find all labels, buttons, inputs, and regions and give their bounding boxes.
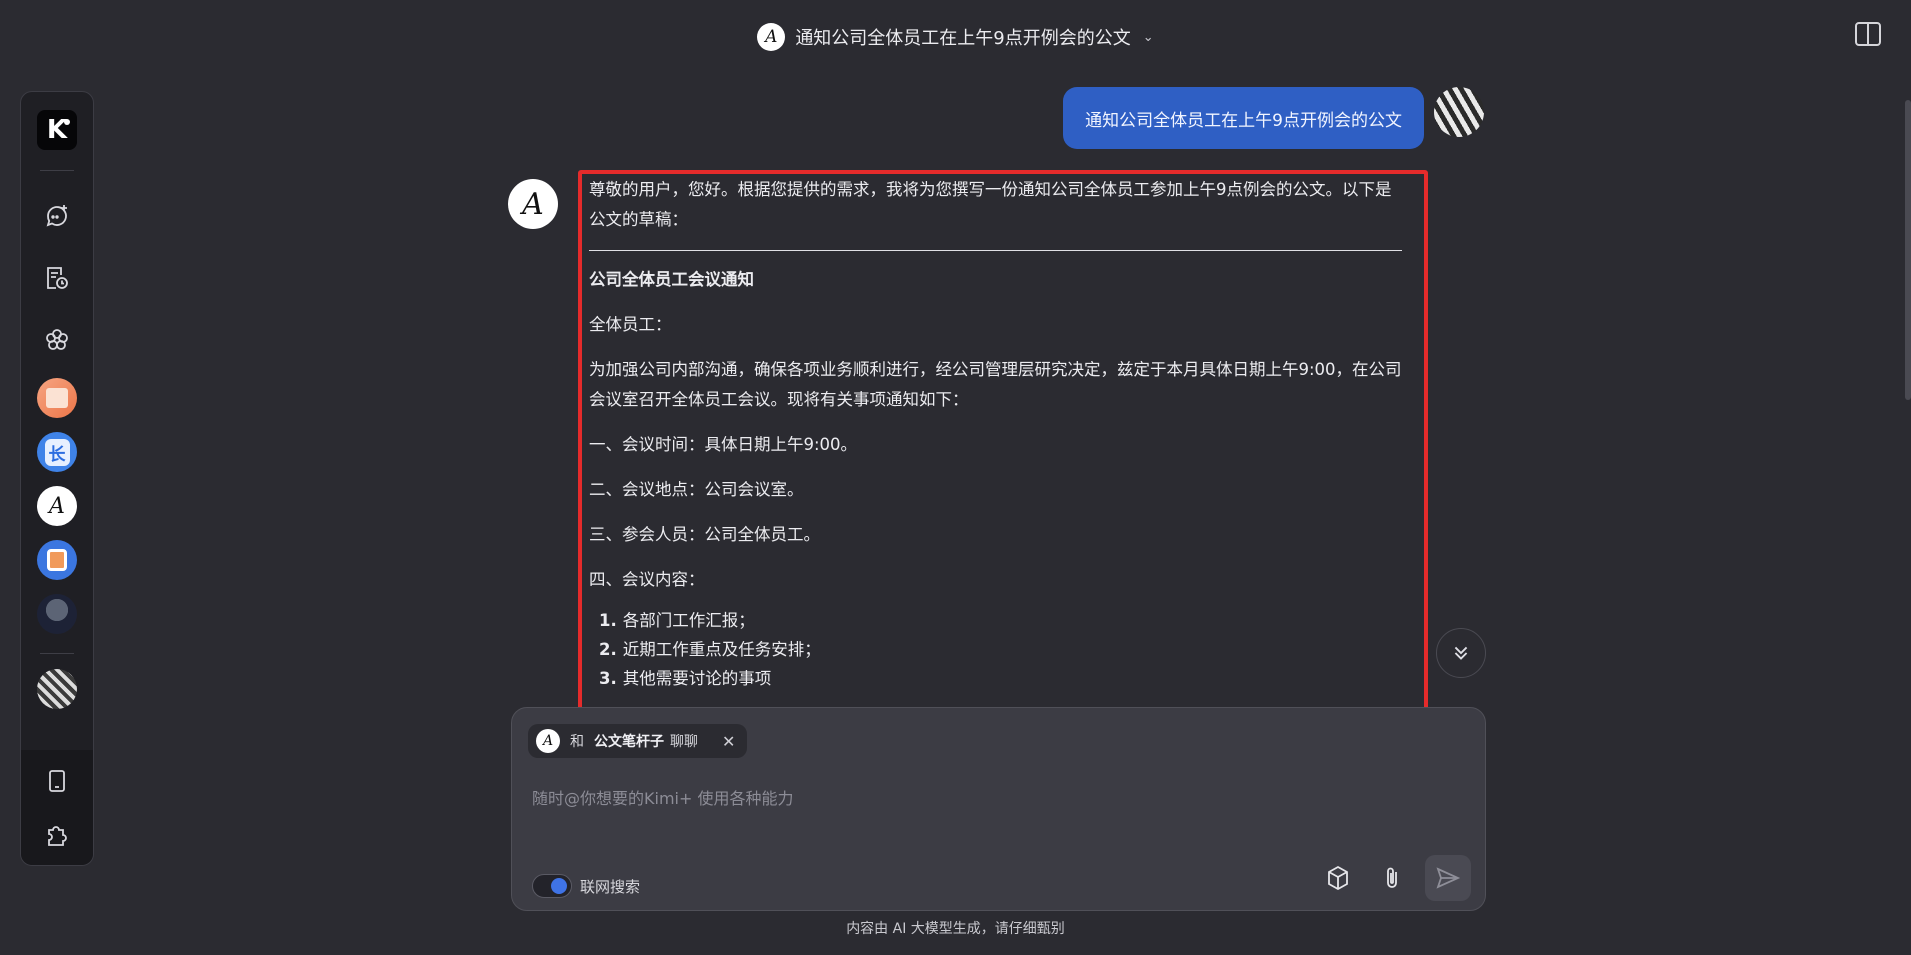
- bag-icon: [47, 549, 67, 571]
- plugin-icon[interactable]: [37, 815, 77, 855]
- sidebar-item-gongwen-bot[interactable]: A: [37, 486, 77, 526]
- mention-chip: A 和 公文笔杆子 聊聊 ✕: [528, 724, 748, 758]
- sidebar-item-long-text[interactable]: 长: [37, 432, 77, 472]
- double-chevron-down-icon: [1454, 646, 1468, 660]
- sidebar-bottom: [21, 750, 93, 865]
- bot-avatar-small: A: [757, 23, 786, 51]
- sidebar-item-person-bot[interactable]: [37, 594, 77, 634]
- chip-suffix: 聊聊: [670, 734, 698, 750]
- attachment-icon[interactable]: [1372, 858, 1412, 898]
- list-number: 1.: [599, 611, 617, 630]
- app-icon: [46, 388, 68, 408]
- user-message-bubble: 通知公司全体员工在上午9点开例会的公文: [1063, 87, 1424, 149]
- answer-intro: 尊敬的用户，您好。根据您提供的需求，我将为您撰写一份通知公司全体员工参加上午9点…: [589, 180, 1392, 229]
- sidebar-item-orange-app[interactable]: [37, 378, 77, 418]
- document-body: 为加强公司内部沟通，确保各项业务顺利进行，经公司管理层研究决定，兹定于本月具体日…: [589, 360, 1402, 409]
- list-item: 3. 其他需要讨论的事项: [599, 664, 1402, 693]
- ai-disclaimer: 内容由 AI 大模型生成，请仔细甄别: [846, 921, 1065, 937]
- document-salutation: 全体员工：: [589, 315, 672, 334]
- document-item: 四、会议内容：: [589, 570, 705, 589]
- chip-bot-name: 公文笔杆子: [594, 734, 664, 750]
- new-chat-icon[interactable]: [37, 196, 77, 236]
- list-text: 近期工作重点及任务安排；: [622, 640, 821, 659]
- toggle-switch[interactable]: [532, 874, 572, 898]
- tablet-icon[interactable]: [37, 761, 77, 801]
- history-icon[interactable]: [37, 258, 77, 298]
- explore-icon[interactable]: [37, 320, 77, 360]
- user-profile-avatar[interactable]: [37, 669, 77, 709]
- sidebar: K 长 A: [20, 91, 94, 866]
- document-item: 二、会议地点：公司会议室。: [589, 480, 804, 499]
- answer-divider: [589, 250, 1402, 251]
- sidebar-divider: [40, 653, 74, 654]
- list-item: 1. 各部门工作汇报；: [599, 606, 1402, 635]
- conversation-title: 通知公司全体员工在上午9点开例会的公文: [795, 28, 1131, 49]
- list-text: 各部门工作汇报；: [622, 611, 755, 630]
- web-search-toggle[interactable]: 联网搜索: [532, 874, 640, 898]
- list-text: 其他需要讨论的事项: [622, 669, 772, 688]
- list-item: 2. 近期工作重点及任务安排；: [599, 635, 1402, 664]
- composer: A 和 公文笔杆子 聊聊 ✕ 联网搜索: [511, 707, 1486, 911]
- cube-icon[interactable]: [1318, 858, 1358, 898]
- web-search-label: 联网搜索: [580, 877, 641, 896]
- bot-avatar-mini: A: [536, 729, 560, 753]
- send-button[interactable]: [1425, 855, 1471, 901]
- long-text-icon: 长: [44, 438, 70, 466]
- panel-toggle-icon[interactable]: [1855, 22, 1881, 46]
- document-item: 三、参会人员：公司全体员工。: [589, 525, 820, 544]
- document-item: 一、会议时间：具体日期上午9:00。: [589, 435, 858, 454]
- conversation-title-dropdown[interactable]: A 通知公司全体员工在上午9点开例会的公文 ⌄: [757, 23, 1154, 51]
- chip-prefix: 和: [570, 734, 584, 750]
- user-avatar: [1434, 87, 1484, 137]
- sidebar-item-travel-app[interactable]: [37, 540, 77, 580]
- page-scrollbar[interactable]: [1905, 100, 1911, 400]
- list-number: 2.: [599, 640, 617, 659]
- document-title: 公司全体员工会议通知: [589, 270, 754, 289]
- scroll-to-bottom-button[interactable]: [1436, 628, 1486, 678]
- message-input[interactable]: [532, 778, 1462, 818]
- top-bar: A 通知公司全体员工在上午9点开例会的公文 ⌄: [0, 0, 1911, 74]
- chevron-down-icon: ⌄: [1142, 29, 1154, 45]
- list-number: 3.: [599, 669, 617, 688]
- assistant-answer: 尊敬的用户，您好。根据您提供的需求，我将为您撰写一份通知公司全体员工参加上午9点…: [589, 175, 1402, 705]
- sidebar-divider: [40, 170, 74, 171]
- close-icon[interactable]: ✕: [722, 732, 735, 751]
- kimi-logo[interactable]: K: [37, 110, 77, 150]
- bot-avatar: A: [508, 179, 558, 229]
- agenda-list: 1. 各部门工作汇报； 2. 近期工作重点及任务安排； 3. 其他需要讨论的事项: [589, 606, 1402, 693]
